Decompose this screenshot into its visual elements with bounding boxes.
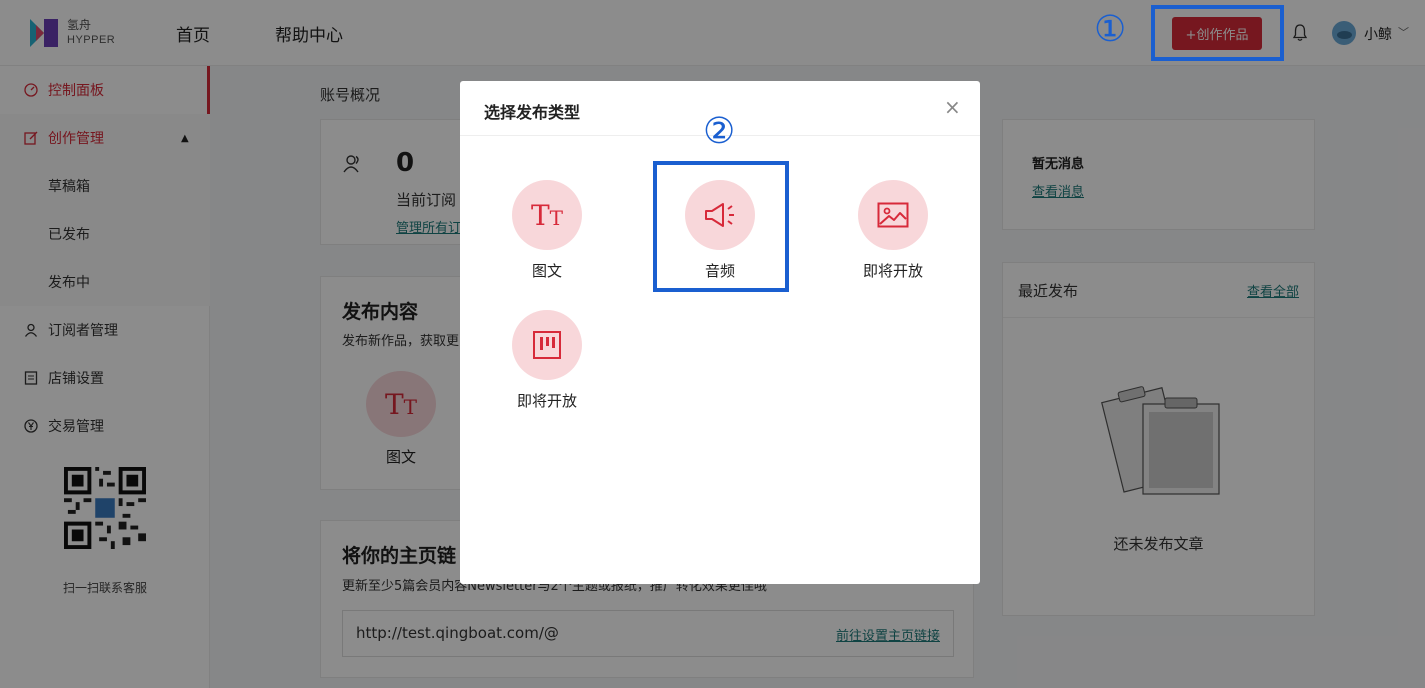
image-icon	[877, 202, 909, 228]
annotation-number-2: ②	[703, 111, 736, 152]
option-circle	[512, 310, 582, 380]
annotation-number-1: ①	[1094, 9, 1127, 50]
publish-type-modal: 选择发布类型 × TT 图文 音频 即将开放 即将开放	[460, 81, 980, 584]
option-circle	[858, 180, 928, 250]
annotation-highlight-create-button	[1151, 5, 1284, 61]
board-icon	[533, 331, 561, 359]
option-circle: TT	[512, 180, 582, 250]
text-format-icon: TT	[530, 198, 564, 232]
option-coming-soon-image[interactable]: 即将开放	[843, 180, 943, 281]
close-icon[interactable]: ×	[944, 97, 961, 117]
modal-title: 选择发布类型	[484, 103, 581, 122]
option-image-text[interactable]: TT 图文	[497, 180, 597, 281]
annotation-highlight-audio-option	[653, 161, 789, 292]
option-label: 图文	[531, 262, 562, 280]
option-label: 即将开放	[516, 392, 577, 410]
option-coming-soon-board[interactable]: 即将开放	[497, 310, 597, 411]
option-label: 即将开放	[862, 262, 923, 280]
